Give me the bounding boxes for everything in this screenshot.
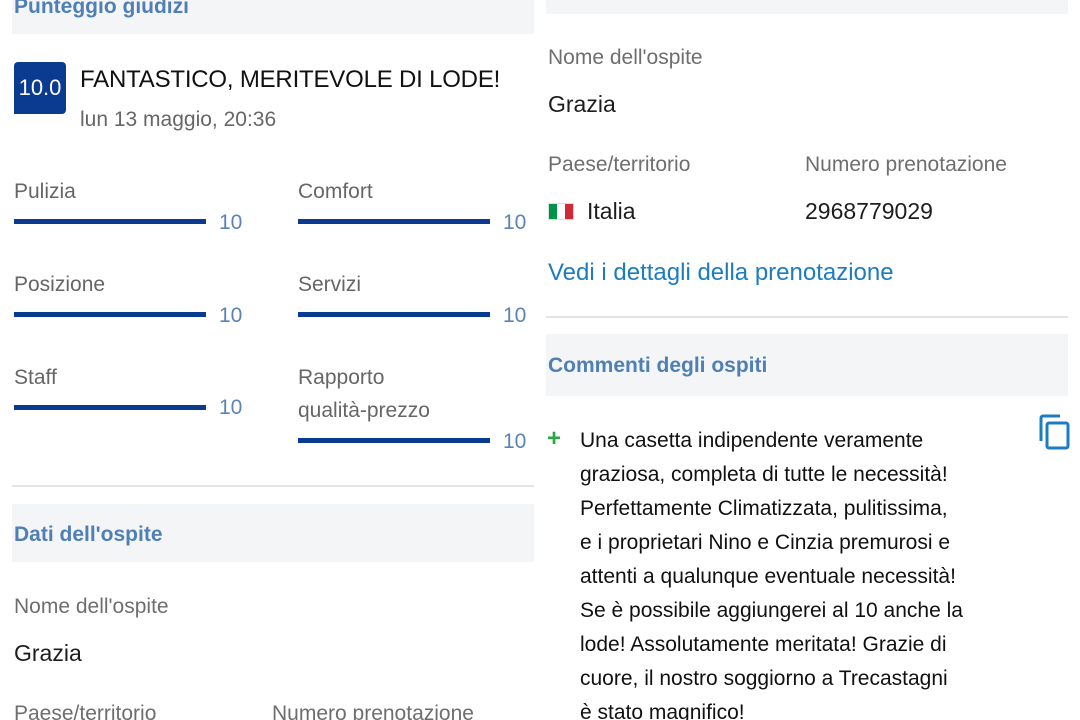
guest-name: Grazia <box>14 640 82 666</box>
guest-name-label: Nome dell'ospite <box>548 46 703 69</box>
category-value-services: 10 <box>503 304 527 327</box>
category-label-location: Posizione <box>14 273 106 296</box>
category-label-staff: Staff <box>14 366 57 389</box>
comment-line: Una casetta indipendente veramente <box>580 429 924 452</box>
category-bar-cleanliness <box>14 219 206 224</box>
guest-section-title: Dati dell'ospite <box>14 523 163 546</box>
category-value-location: 10 <box>219 304 243 327</box>
review-title: FANTASTICO, MERITEVOLE DI LODE! <box>80 66 501 93</box>
comment-line: lode! Assolutamente meritata! Grazie di <box>580 633 947 656</box>
category-label-value-for-money: Rapporto <box>298 366 385 389</box>
comment-line: cuore, il nostro soggiorno a Trecastagni <box>580 667 948 690</box>
comment-line: Perfettamente Climatizzata, pulitissima, <box>580 497 948 520</box>
category-label-services: Servizi <box>298 273 362 296</box>
category-value-value-for-money: 10 <box>503 430 527 453</box>
guest-name-label: Nome dell'ospite <box>14 595 169 618</box>
category-value-cleanliness: 10 <box>219 211 243 234</box>
category-label-value-for-money-line2: qualità-prezzo <box>298 399 430 422</box>
comment-line: e i proprietari Nino e Cinzia premurosi … <box>580 531 950 554</box>
category-value-staff: 10 <box>219 396 243 419</box>
score-section-title: Punteggio giudizi <box>14 0 189 18</box>
booking-number-label: Numero prenotazione <box>805 153 1007 176</box>
comment-line: graziosa, completa di tutte le necessità… <box>580 463 948 486</box>
positive-comment-icon: + <box>547 425 562 452</box>
country-name: Italia <box>587 198 636 224</box>
category-bar-value-for-money <box>298 438 490 443</box>
copy-icon[interactable] <box>1038 414 1070 450</box>
country-label: Paese/territorio <box>14 702 157 720</box>
guest-section-header: Dati dell'ospite <box>12 504 534 562</box>
category-bar-services <box>298 312 490 317</box>
italy-flag-icon <box>548 203 574 220</box>
comments-section-title: Commenti degli ospiti <box>548 354 768 377</box>
category-label-cleanliness: Pulizia <box>14 180 76 203</box>
category-label-comfort: Comfort <box>298 180 373 203</box>
guest-name: Grazia <box>548 91 616 117</box>
comments-section-header: Commenti degli ospiti <box>546 334 1068 396</box>
review-scores-panel: Punteggio giudizi 10.0 FANTASTICO, MERIT… <box>0 0 540 720</box>
overall-score-badge: 10.0 <box>14 62 66 114</box>
section-header-partial <box>546 0 1068 14</box>
booking-details-link[interactable]: Vedi i dettagli della prenotazione <box>548 259 894 287</box>
guest-details-panel: Nome dell'ospite Grazia Paese/territorio… <box>540 0 1080 720</box>
country: Italia <box>548 198 636 225</box>
guest-comment: Una casetta indipendente veramente grazi… <box>580 424 1010 720</box>
comment-line: Se è possibile aggiungerei al 10 anche l… <box>580 599 963 622</box>
country-label: Paese/territorio <box>548 153 691 176</box>
booking-number-label: Numero prenotazione <box>272 702 474 720</box>
category-bar-comfort <box>298 219 490 224</box>
category-bar-staff <box>14 405 206 410</box>
category-bar-location <box>14 312 206 317</box>
category-value-comfort: 10 <box>503 211 527 234</box>
divider <box>12 485 534 487</box>
comment-line: attenti a qualunque eventuale necessità! <box>580 565 956 588</box>
review-date: lun 13 maggio, 20:36 <box>80 108 277 131</box>
comment-line: è stato magnifico! <box>580 701 745 720</box>
divider <box>546 316 1068 318</box>
booking-number: 2968779029 <box>805 198 933 224</box>
score-section-header: Punteggio giudizi <box>12 0 534 34</box>
